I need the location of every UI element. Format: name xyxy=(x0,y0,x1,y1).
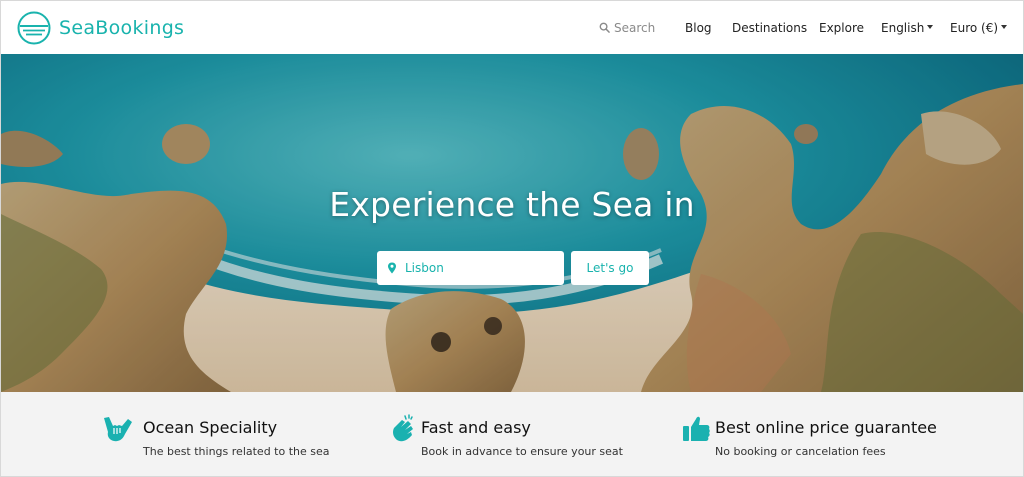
chevron-down-icon xyxy=(927,24,934,29)
top-navbar: SeaBookings Search Blog Destinations Exp… xyxy=(1,1,1023,54)
nav-explore[interactable]: Explore xyxy=(819,1,864,54)
brand-logo-link[interactable]: SeaBookings xyxy=(17,11,184,45)
feature-subtitle: Book in advance to ensure your seat xyxy=(421,445,623,458)
hero-headline: Experience the Sea in xyxy=(329,185,695,224)
location-input[interactable]: Lisbon xyxy=(377,251,564,285)
lets-go-button[interactable]: Let's go xyxy=(571,251,649,285)
feature-subtitle: The best things related to the sea xyxy=(143,445,330,458)
language-label: English xyxy=(881,20,925,35)
feature-title: Ocean Speciality xyxy=(143,418,278,437)
search-label: Search xyxy=(614,20,656,35)
map-pin-icon xyxy=(388,262,396,274)
chevron-down-icon xyxy=(1001,24,1008,29)
language-dropdown[interactable]: English xyxy=(881,1,934,54)
location-value: Lisbon xyxy=(405,261,444,275)
thumbs-up-icon xyxy=(683,416,710,441)
feature-title: Fast and easy xyxy=(421,418,531,437)
nav-blog[interactable]: Blog xyxy=(685,1,712,54)
feature-title: Best online price guarantee xyxy=(715,418,937,437)
feature-subtitle: No booking or cancelation fees xyxy=(715,445,886,458)
currency-dropdown[interactable]: Euro (€) xyxy=(950,1,1008,54)
features-strip: Ocean Speciality The best things related… xyxy=(1,392,1023,476)
currency-label: Euro (€) xyxy=(950,20,999,35)
nav-destinations[interactable]: Destinations xyxy=(732,1,807,54)
search-icon xyxy=(599,22,610,33)
brand-logo-icon xyxy=(17,11,51,44)
shaka-hand-icon xyxy=(104,417,132,442)
brand-name: SeaBookings xyxy=(59,16,185,39)
clapping-hands-icon xyxy=(393,414,413,442)
search-link[interactable]: Search xyxy=(599,1,679,54)
hero-banner: Experience the Sea in Lisbon Let's go xyxy=(1,54,1023,392)
